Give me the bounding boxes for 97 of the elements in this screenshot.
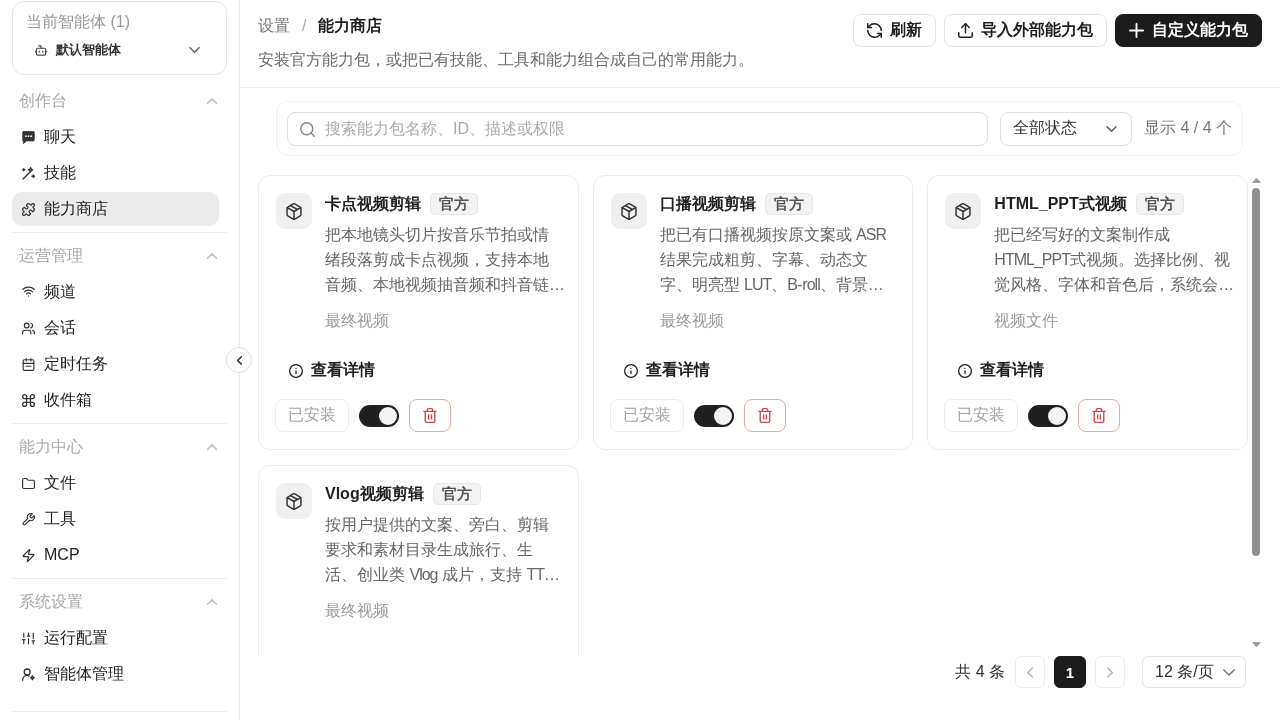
nav-item[interactable]: 收件箱 [12, 383, 219, 417]
agent-select[interactable]: 默认智能体 [35, 38, 200, 62]
result-count: 显示 4 / 4 个 [1143, 118, 1232, 138]
chevron-right-icon [1107, 666, 1113, 678]
info-icon [289, 363, 303, 378]
plus-icon [1129, 23, 1144, 38]
section-heading: 创作台 [19, 90, 67, 111]
chevron-down-icon [189, 47, 200, 53]
scrollbar-thumb[interactable] [1252, 188, 1260, 556]
user-icon [22, 667, 35, 681]
info-icon [623, 363, 638, 378]
search-field[interactable]: 搜索能力包名称、ID、描述或权限 [287, 111, 988, 146]
page-number-button[interactable]: 1 [1054, 656, 1086, 688]
nav-item[interactable]: 聊天 [12, 120, 219, 154]
output-type: 最终视频 [325, 601, 389, 621]
chevron-down-icon [1223, 668, 1235, 676]
package-icon [610, 193, 647, 229]
nav-item[interactable]: 频道 [12, 275, 219, 309]
section-heading: 运营管理 [19, 245, 83, 266]
status-select[interactable]: 全部状态 [999, 111, 1132, 146]
nav-item[interactable]: 运行配置 [12, 621, 219, 655]
import-button[interactable]: 导入外部能力包 [944, 14, 1107, 47]
card-description: 把本地镜头切片按音乐节拍或情绪段落剪成卡点视频，支持本地音频、本地视频抽音频和抖音链… [325, 225, 566, 295]
card-description: 按用户提供的文案、旁白、剪辑要求和素材目录生成旅行、生活、创业类 Vlog 成片，支持 TT… [325, 515, 561, 585]
calendar-icon [22, 357, 35, 371]
total-count: 共 4 条 [955, 661, 1005, 682]
card-title: HTML_PPT式视频 [994, 193, 1127, 214]
view-details-button[interactable]: 查看详情 [276, 355, 385, 386]
source-tag: 官方 [430, 193, 478, 215]
wifi-icon [22, 285, 35, 299]
puzzle-icon [22, 202, 35, 216]
chevron-down-icon [1105, 125, 1117, 132]
source-tag: 官方 [764, 193, 813, 215]
breadcrumb-current: 能力商店 [318, 15, 383, 36]
nav-item[interactable]: 技能 [12, 156, 219, 190]
chevron-up-icon[interactable] [207, 599, 217, 605]
enable-toggle[interactable] [693, 404, 734, 427]
nav-item[interactable]: MCP [12, 538, 219, 572]
breadcrumb-separator: / [302, 17, 307, 35]
refresh-icon [867, 23, 882, 38]
agent-picker-label: 当前智能体 (1) [26, 12, 130, 32]
breadcrumb-link[interactable]: 设置 [258, 15, 290, 37]
create-button[interactable]: 自定义能力包 [1115, 14, 1262, 47]
lightning-icon [22, 548, 35, 562]
robot-icon [35, 44, 47, 56]
trash-icon [1092, 408, 1107, 423]
refresh-button[interactable]: 刷新 [853, 14, 936, 47]
nav-item[interactable]: 定时任务 [12, 347, 219, 381]
package-icon [276, 193, 312, 229]
upload-icon [958, 23, 973, 38]
nav-item[interactable]: 工具 [12, 502, 219, 536]
package-icon [276, 483, 312, 519]
collapse-sidebar-button[interactable] [226, 347, 252, 373]
chat-bubble-icon [22, 130, 35, 144]
wrench-icon [22, 512, 35, 526]
scroll-up-icon[interactable] [1251, 177, 1261, 183]
output-type: 视频文件 [994, 311, 1059, 331]
page-description: 安装官方能力包，或把已有技能、工具和能力组合成自己的常用能力。 [258, 50, 754, 70]
card-title: Vlog视频剪辑 [325, 483, 424, 504]
sliders-icon [22, 631, 35, 645]
nav-item[interactable]: 文件 [12, 466, 219, 500]
chevron-up-icon[interactable] [207, 253, 217, 259]
card-description: 把已有口播视频按原文案或 ASR 结果完成粗剪、字幕、动态文字、明亮型 LUT、B-roll、背景… [659, 225, 887, 295]
trash-icon [757, 408, 772, 423]
view-details-button[interactable]: 查看详情 [945, 355, 1055, 386]
delete-button[interactable] [743, 399, 786, 432]
output-type: 最终视频 [659, 311, 724, 331]
view-details-button[interactable]: 查看详情 [610, 355, 720, 386]
chevron-up-icon[interactable] [207, 444, 217, 450]
nav-item[interactable]: 会话 [12, 311, 219, 345]
section-heading: 系统设置 [19, 591, 83, 612]
card-description: 把已经写好的文案制作成HTML_PPT式视频。选择比例、视觉风格、字体和音色后，系统会… [994, 225, 1236, 295]
command-icon [22, 393, 35, 407]
chevron-up-icon[interactable] [207, 98, 217, 104]
source-tag: 官方 [432, 483, 481, 505]
wand-icon [22, 166, 35, 180]
page-size-select[interactable]: 12 条/页 [1142, 656, 1246, 688]
enable-toggle[interactable] [359, 404, 399, 427]
section-heading: 能力中心 [19, 436, 83, 457]
package-icon [945, 193, 982, 229]
chevron-left-icon [1027, 666, 1033, 678]
card-title: 口播视频剪辑 [659, 193, 756, 214]
users-icon [22, 321, 35, 335]
output-type: 最终视频 [325, 311, 389, 331]
folder-icon [22, 476, 35, 490]
enable-toggle[interactable] [1028, 404, 1069, 427]
nav-item[interactable]: 智能体管理 [12, 657, 219, 691]
nav-item[interactable]: 能力商店 [12, 192, 219, 226]
search-icon [300, 121, 315, 137]
trash-icon [423, 408, 437, 423]
scroll-down-icon[interactable] [1251, 642, 1261, 648]
delete-button[interactable] [1078, 399, 1121, 432]
delete-button[interactable] [409, 399, 451, 432]
card-title: 卡点视频剪辑 [325, 193, 421, 214]
chevron-left-icon [236, 355, 242, 365]
source-tag: 官方 [1135, 193, 1184, 215]
info-icon [958, 363, 973, 378]
